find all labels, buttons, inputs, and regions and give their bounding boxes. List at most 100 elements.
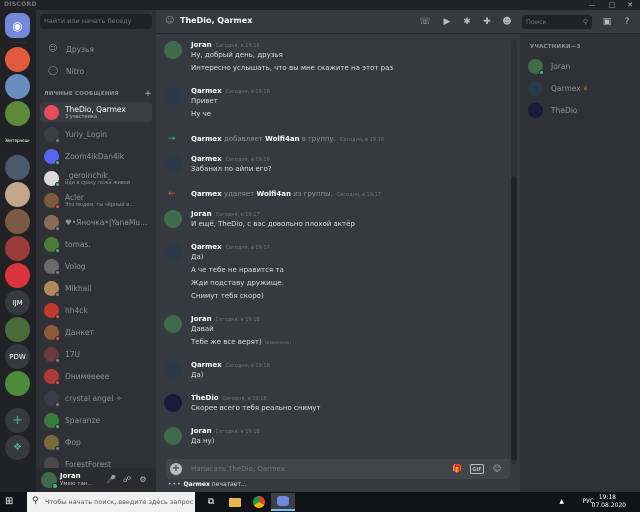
server-icon[interactable]: [5, 182, 30, 207]
avatar[interactable]: [164, 210, 182, 228]
minimize-icon[interactable]: —: [584, 0, 600, 10]
file-explorer-icon[interactable]: [223, 493, 247, 511]
dm-item[interactable]: crystal angel ✧: [40, 388, 152, 408]
maximize-icon[interactable]: □: [604, 0, 620, 10]
server-icon[interactable]: [5, 317, 30, 342]
author-name[interactable]: Qarmex: [191, 243, 222, 251]
tray-arrow-icon[interactable]: ▲: [559, 498, 564, 505]
nav-nitro[interactable]: ◯ Nitro: [40, 62, 152, 80]
server-icon[interactable]: IJM: [5, 290, 30, 315]
message-composer[interactable]: + Написать TheDio, Qarmex 🎁 GIF ☺: [166, 459, 510, 479]
dm-item[interactable]: ♥•Яночка•|YanaMu...: [40, 212, 152, 232]
attach-icon[interactable]: +: [170, 463, 182, 475]
server-icon[interactable]: [5, 263, 30, 288]
dm-item[interactable]: Zoom4ikDan4ik: [40, 146, 152, 166]
server-icon[interactable]: [5, 209, 30, 234]
dm-item[interactable]: Данкет: [40, 322, 152, 342]
dm-item[interactable]: hh4ck: [40, 300, 152, 320]
message-author[interactable]: Qarmex Сегодня, в 19:17: [191, 243, 270, 251]
author-name[interactable]: Joran: [191, 210, 212, 218]
message-input-placeholder[interactable]: Написать TheDio, Qarmex: [191, 465, 285, 473]
message-author[interactable]: Qarmex Сегодня, в 19:16: [191, 155, 270, 163]
inbox-icon[interactable]: ▣: [600, 15, 614, 29]
member-item[interactable]: Joran: [528, 56, 636, 76]
author-name[interactable]: Qarmex: [191, 155, 222, 163]
home-icon[interactable]: ◉: [5, 13, 30, 38]
server-icon[interactable]: [5, 74, 30, 99]
create-dm-icon[interactable]: +: [144, 89, 152, 99]
server-icon[interactable]: Эйнтернешн: [5, 128, 30, 153]
gear-icon[interactable]: ⚙: [138, 474, 148, 486]
message-scrollbar[interactable]: [511, 40, 517, 464]
chat-search-input[interactable]: Поиск ⚲: [522, 15, 592, 29]
dm-item[interactable]: 17U: [40, 344, 152, 364]
dm-item[interactable]: Volog: [40, 256, 152, 276]
phone-call-icon[interactable]: ☏: [418, 15, 432, 29]
member-item[interactable]: TheDio: [528, 100, 636, 120]
author-name[interactable]: Joran: [191, 41, 212, 49]
headphones-icon[interactable]: ☍: [122, 474, 132, 486]
author-name[interactable]: Qarmex: [191, 87, 222, 95]
author-name[interactable]: TheDio: [191, 394, 219, 402]
avatar[interactable]: [164, 243, 182, 261]
avatar[interactable]: [164, 394, 182, 412]
task-view-icon[interactable]: ⧉: [199, 493, 223, 511]
server-icon[interactable]: [5, 47, 30, 72]
author-name[interactable]: Qarmex: [191, 361, 222, 369]
dm-item[interactable]: Yuriy_Login: [40, 124, 152, 144]
avatar[interactable]: [164, 427, 182, 445]
dm-search-input[interactable]: Найти или начать беседу: [40, 14, 152, 29]
gift-icon[interactable]: 🎁: [450, 463, 464, 475]
author-name[interactable]: Joran: [191, 427, 212, 435]
avatar[interactable]: [164, 87, 182, 105]
message-author[interactable]: Joran Сегодня, в 19:17: [191, 210, 260, 218]
message-author[interactable]: Joran Сегодня, в 19:16: [191, 41, 260, 49]
message-author[interactable]: Joran Сегодня, в 19:18: [191, 427, 260, 435]
explore-icon[interactable]: ❖: [5, 435, 30, 460]
dm-text: Yuriy_Login: [65, 130, 152, 139]
members-icon[interactable]: ☻: [500, 15, 514, 29]
video-call-icon[interactable]: ▶: [440, 15, 454, 29]
discord-icon[interactable]: [271, 493, 295, 511]
server-icon[interactable]: [5, 101, 30, 126]
server-separator: [10, 42, 26, 43]
clock-time[interactable]: 19:18: [599, 494, 616, 501]
message-author[interactable]: TheDio Сегодня, в 19:18: [191, 394, 267, 402]
avatar[interactable]: [164, 41, 182, 59]
dm-item[interactable]: Фор: [40, 432, 152, 452]
server-icon[interactable]: [5, 155, 30, 180]
dm-item[interactable]: Онимеееее: [40, 366, 152, 386]
member-item[interactable]: Qarmex ♕: [528, 78, 636, 98]
gif-button[interactable]: GIF: [470, 464, 484, 474]
server-icon[interactable]: PDW: [5, 344, 30, 369]
message-author[interactable]: Joran Сегодня, в 19:18: [191, 315, 260, 323]
windows-start-icon[interactable]: ⊞: [5, 496, 17, 508]
help-icon[interactable]: ?: [620, 15, 634, 29]
dm-item[interactable]: tomas.: [40, 234, 152, 254]
scrollbar-thumb[interactable]: [511, 176, 517, 460]
add-server-icon[interactable]: +: [5, 408, 30, 433]
nav-friends[interactable]: ☺ Друзья: [40, 40, 152, 58]
emoji-icon[interactable]: ☺: [490, 463, 504, 475]
message-text: Да): [191, 371, 204, 379]
add-member-icon[interactable]: ✚: [480, 15, 494, 29]
close-icon[interactable]: ✕: [622, 0, 638, 10]
dm-item[interactable]: TheDio, Qarmex 3 участника: [40, 102, 152, 122]
dm-item[interactable]: Sparanze: [40, 410, 152, 430]
avatar[interactable]: [164, 361, 182, 379]
server-icon[interactable]: [5, 236, 30, 261]
chrome-icon[interactable]: [247, 493, 271, 511]
server-icon[interactable]: [5, 371, 30, 396]
author-name[interactable]: Joran: [191, 315, 212, 323]
dm-item[interactable]: Mikhail: [40, 278, 152, 298]
pin-icon[interactable]: ✱: [460, 15, 474, 29]
microphone-icon[interactable]: 🎤: [106, 474, 116, 486]
dm-item[interactable]: _geroinchik_ иди в сраку пожа живой: [40, 168, 152, 188]
avatar[interactable]: [164, 315, 182, 333]
message-author[interactable]: Qarmex Сегодня, в 19:18: [191, 361, 270, 369]
message-author[interactable]: Qarmex Сегодня, в 19:16: [191, 87, 270, 95]
avatar[interactable]: [164, 155, 182, 173]
clock-date[interactable]: 07.08.2020: [592, 502, 626, 509]
dm-item[interactable]: Acler Это модем, ты чёрный и...: [40, 190, 152, 210]
taskbar-search-input[interactable]: ⚲ Чтобы начать поиск, введите здесь запр…: [27, 492, 195, 512]
